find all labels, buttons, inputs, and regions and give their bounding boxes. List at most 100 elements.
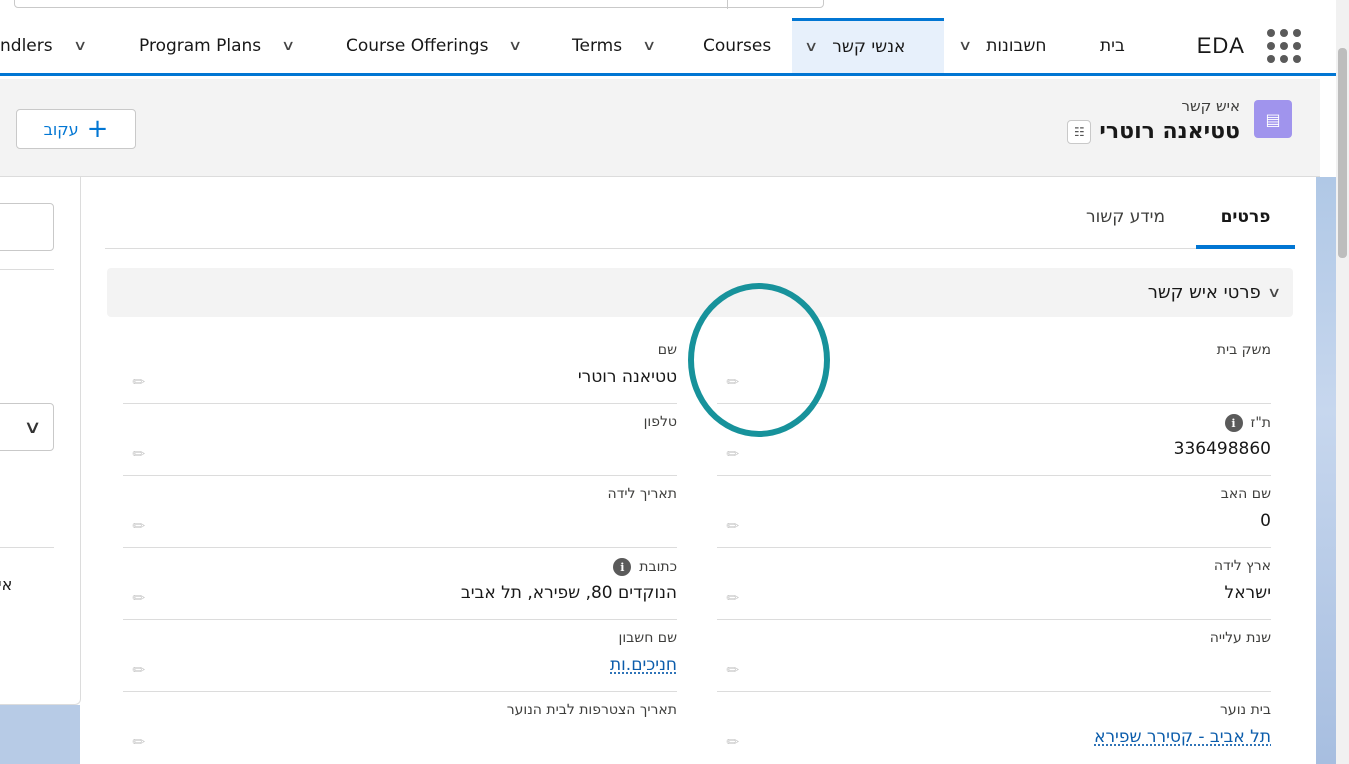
nav-item-label: Courses: [703, 35, 772, 56]
field-father-name: שם האב 0 ✎: [717, 476, 1271, 548]
nav-item-label: אנשי קשר: [832, 37, 906, 57]
tab-related[interactable]: מידע קשור: [1086, 207, 1165, 227]
scrollbar-thumb[interactable]: [1338, 48, 1347, 258]
field-label: תאריך לידה: [607, 486, 677, 502]
pencil-icon[interactable]: ✎: [125, 656, 153, 684]
pencil-icon[interactable]: ✎: [719, 728, 747, 756]
field-label: ת"ז i: [1224, 414, 1272, 432]
pencil-icon[interactable]: ✎: [719, 512, 747, 540]
field-address: כתובת i הנוקדים 80, שפירא, תל אביב ✎: [123, 548, 677, 620]
field-label: שנת עלייה: [1209, 630, 1271, 646]
background-strip: [0, 705, 80, 764]
record-title: טטיאנה רוטרי ☷: [1067, 119, 1240, 144]
field-label: תאריך הצטרפות לבית הנוער: [506, 702, 677, 718]
nav-item-terms[interactable]: Terms ∨: [572, 18, 656, 73]
field-label-text: ת"ז: [1250, 415, 1272, 431]
pencil-icon[interactable]: ✎: [125, 368, 153, 396]
field-label: שם: [657, 342, 677, 358]
active-tab-indicator: [1196, 245, 1295, 249]
info-icon[interactable]: i: [613, 558, 632, 576]
pencil-icon[interactable]: ✎: [125, 512, 153, 540]
background-strip: [1316, 177, 1336, 764]
pencil-icon[interactable]: ✎: [719, 440, 747, 468]
tab-details[interactable]: פרטים: [1196, 207, 1295, 227]
field-youth-house: בית נוער תל אביב - קסירר שפירא ✎: [717, 692, 1271, 764]
field-label: שם חשבון: [618, 630, 677, 646]
nav-item-courses[interactable]: Courses: [703, 18, 771, 73]
field-label-text: כתובת: [639, 559, 677, 575]
nav-item-contacts[interactable]: ∨ אנשי קשר: [792, 18, 944, 73]
chevron-down-icon[interactable]: ∨: [73, 38, 87, 54]
chevron-down-icon: ∨: [23, 416, 42, 438]
field-label: בית נוער: [1220, 702, 1271, 718]
left-input-field[interactable]: [0, 203, 54, 251]
navigation-bar: ndlers ∨ Program Plans ∨ Course Offering…: [0, 18, 1336, 76]
field-aliyah-year: שנת עלייה ✎: [717, 620, 1271, 692]
pencil-icon[interactable]: ✎: [125, 440, 153, 468]
nav-item-label: Program Plans: [139, 35, 262, 56]
nav-item-program-plans[interactable]: Program Plans ∨: [139, 18, 295, 73]
search-divider: [727, 0, 728, 9]
field-account-name: שם חשבון חניכים.ות ✎: [123, 620, 677, 692]
field-join-date: תאריך הצטרפות לבית הנוער ✎: [123, 692, 677, 764]
tab-bar: פרטים מידע קשור: [105, 177, 1295, 249]
chevron-down-icon[interactable]: ∨: [281, 38, 295, 54]
left-dropdown[interactable]: ∨: [0, 403, 54, 451]
left-panel: ∨ אי: [0, 177, 81, 705]
field-label: כתובת i: [613, 558, 677, 576]
nav-item-label: חשבונות: [986, 35, 1047, 56]
hierarchy-icon[interactable]: ☷: [1067, 119, 1092, 144]
field-label: שם האב: [1220, 486, 1271, 502]
follow-label: עקוב: [43, 119, 79, 139]
contact-card-icon: ▤: [1254, 100, 1292, 138]
nav-item-home[interactable]: בית: [1100, 18, 1125, 73]
chevron-down-icon[interactable]: ∨: [508, 38, 522, 54]
nav-item-course-offerings[interactable]: Course Offerings ∨: [346, 18, 523, 73]
field-birth-country: ארץ לידה ישראל ✎: [717, 548, 1271, 620]
pencil-icon[interactable]: ✎: [719, 656, 747, 684]
left-panel-text: אי: [0, 575, 13, 594]
field-label: משק בית: [1216, 342, 1271, 358]
pencil-icon[interactable]: ✎: [719, 584, 747, 612]
top-strip: [0, 0, 1349, 18]
nav-item-label: Course Offerings: [346, 35, 489, 56]
field-value: 0: [1260, 511, 1271, 531]
follow-button[interactable]: + עקוב: [16, 109, 136, 149]
app-name: EDA: [1196, 32, 1245, 58]
divider: [0, 547, 54, 548]
main-panel: פרטים מידע קשור פרטי איש קשר ∨ משק בית ✎…: [81, 177, 1316, 764]
divider: [0, 269, 54, 270]
field-label: טלפון: [643, 414, 677, 430]
page-scrollbar[interactable]: [1336, 0, 1349, 764]
field-value: ישראל: [1224, 583, 1271, 603]
pencil-icon[interactable]: ✎: [125, 728, 153, 756]
chevron-down-icon: ∨: [1266, 284, 1282, 301]
field-birth-date: תאריך לידה ✎: [123, 476, 677, 548]
section-title: פרטי איש קשר: [1147, 282, 1261, 303]
annotation-circle: [688, 283, 830, 437]
pencil-icon[interactable]: ✎: [125, 584, 153, 612]
field-name: שם טטיאנה רוטרי ✎: [123, 332, 677, 404]
chevron-down-icon[interactable]: ∨: [642, 38, 656, 54]
field-value: הנוקדים 80, שפירא, תל אביב: [460, 583, 677, 603]
field-phone: טלפון ✎: [123, 404, 677, 476]
nav-item-accounts[interactable]: ∨ חשבונות: [958, 18, 1047, 73]
account-name-link[interactable]: חניכים.ות: [610, 655, 677, 675]
chevron-down-icon[interactable]: ∨: [958, 38, 972, 54]
nav-item-handlers[interactable]: ndlers ∨: [0, 18, 87, 73]
global-search-box[interactable]: [14, 0, 824, 9]
field-value: טטיאנה רוטרי: [577, 367, 677, 387]
nav-item-label: בית: [1100, 35, 1125, 56]
section-header-contact-details[interactable]: פרטי איש קשר ∨: [107, 268, 1293, 317]
plus-icon: +: [86, 114, 109, 144]
info-icon[interactable]: i: [1224, 414, 1243, 432]
chevron-down-icon[interactable]: ∨: [804, 39, 818, 55]
field-value: 336498860: [1173, 439, 1271, 459]
record-type-label: איש קשר: [1181, 97, 1240, 115]
field-label: ארץ לידה: [1213, 558, 1271, 574]
nav-item-label: ndlers: [0, 35, 53, 56]
app-launcher-icon[interactable]: [1264, 26, 1304, 66]
youth-house-link[interactable]: תל אביב - קסירר שפירא: [1094, 727, 1271, 747]
record-header: ▤ איש קשר טטיאנה רוטרי ☷ + עקוב: [0, 79, 1320, 177]
nav-item-label: Terms: [572, 35, 623, 56]
